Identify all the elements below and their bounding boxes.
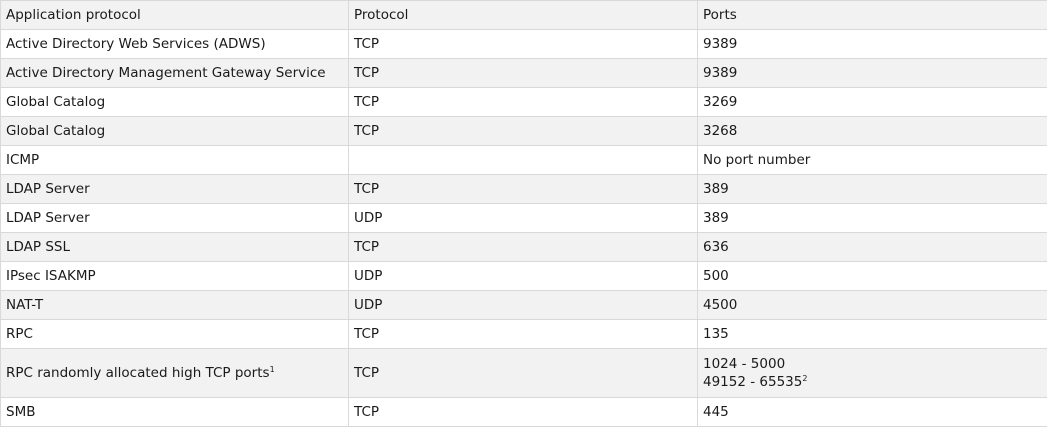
cell-protocol: UDP bbox=[348, 261, 698, 291]
table-row: LDAP Server TCP 389 bbox=[0, 174, 1047, 204]
header-protocol: Protocol bbox=[348, 0, 698, 30]
cell-protocol: TCP bbox=[348, 348, 698, 398]
cell-ports: 4500 bbox=[697, 290, 1047, 320]
table-row: Active Directory Web Services (ADWS) TCP… bbox=[0, 29, 1047, 59]
cell-ports: 1024 - 5000 49152 - 655352 bbox=[697, 348, 1047, 398]
table-row: Global Catalog TCP 3268 bbox=[0, 116, 1047, 146]
cell-ports: 389 bbox=[697, 203, 1047, 233]
cell-ports: 3268 bbox=[697, 116, 1047, 146]
table-row: LDAP SSL TCP 636 bbox=[0, 232, 1047, 262]
footnote-marker: 2 bbox=[802, 374, 808, 383]
table-header-row: Application protocol Protocol Ports bbox=[0, 0, 1047, 30]
cell-application-protocol: IPsec ISAKMP bbox=[0, 261, 349, 291]
cell-ports: No port number bbox=[697, 145, 1047, 175]
cell-application-protocol: LDAP SSL bbox=[0, 232, 349, 262]
header-application-protocol: Application protocol bbox=[0, 0, 349, 30]
cell-ports: 445 bbox=[697, 397, 1047, 427]
table-row: SMB TCP 445 bbox=[0, 397, 1047, 427]
cell-ports: 636 bbox=[697, 232, 1047, 262]
cell-protocol: TCP bbox=[348, 116, 698, 146]
cell-protocol: TCP bbox=[348, 319, 698, 349]
port-range: 49152 - 65535 bbox=[703, 374, 803, 390]
table-row: IPsec ISAKMP UDP 500 bbox=[0, 261, 1047, 291]
cell-application-protocol: RPC bbox=[0, 319, 349, 349]
cell-ports: 500 bbox=[697, 261, 1047, 291]
cell-application-protocol: LDAP Server bbox=[0, 174, 349, 204]
cell-ports: 135 bbox=[697, 319, 1047, 349]
cell-protocol: TCP bbox=[348, 232, 698, 262]
cell-text: RPC randomly allocated high TCP ports bbox=[6, 365, 270, 381]
cell-application-protocol: LDAP Server bbox=[0, 203, 349, 233]
table-row: ICMP No port number bbox=[0, 145, 1047, 175]
table-row: Active Directory Management Gateway Serv… bbox=[0, 58, 1047, 88]
cell-protocol: TCP bbox=[348, 29, 698, 59]
cell-protocol: TCP bbox=[348, 174, 698, 204]
cell-protocol: TCP bbox=[348, 397, 698, 427]
port-range-line: 49152 - 655352 bbox=[703, 373, 1047, 391]
cell-ports: 9389 bbox=[697, 29, 1047, 59]
cell-application-protocol: RPC randomly allocated high TCP ports1 bbox=[0, 348, 349, 398]
cell-application-protocol: SMB bbox=[0, 397, 349, 427]
cell-protocol: TCP bbox=[348, 87, 698, 117]
cell-protocol: TCP bbox=[348, 58, 698, 88]
cell-application-protocol: ICMP bbox=[0, 145, 349, 175]
cell-ports: 389 bbox=[697, 174, 1047, 204]
cell-application-protocol: Global Catalog bbox=[0, 87, 349, 117]
cell-application-protocol: Active Directory Management Gateway Serv… bbox=[0, 58, 349, 88]
cell-application-protocol: Global Catalog bbox=[0, 116, 349, 146]
header-ports: Ports bbox=[697, 0, 1047, 30]
cell-application-protocol: Active Directory Web Services (ADWS) bbox=[0, 29, 349, 59]
table-row: LDAP Server UDP 389 bbox=[0, 203, 1047, 233]
footnote-marker: 1 bbox=[269, 365, 275, 374]
cell-application-protocol: NAT-T bbox=[0, 290, 349, 320]
cell-ports: 3269 bbox=[697, 87, 1047, 117]
table-row: Global Catalog TCP 3269 bbox=[0, 87, 1047, 117]
cell-ports: 9389 bbox=[697, 58, 1047, 88]
table-row: NAT-T UDP 4500 bbox=[0, 290, 1047, 320]
ports-table: Application protocol Protocol Ports Acti… bbox=[0, 0, 1047, 427]
table-row: RPC TCP 135 bbox=[0, 319, 1047, 349]
cell-protocol bbox=[348, 145, 698, 175]
cell-protocol: UDP bbox=[348, 290, 698, 320]
port-range: 1024 - 5000 bbox=[703, 356, 786, 372]
cell-protocol: UDP bbox=[348, 203, 698, 233]
table-row: RPC randomly allocated high TCP ports1 T… bbox=[0, 348, 1047, 398]
